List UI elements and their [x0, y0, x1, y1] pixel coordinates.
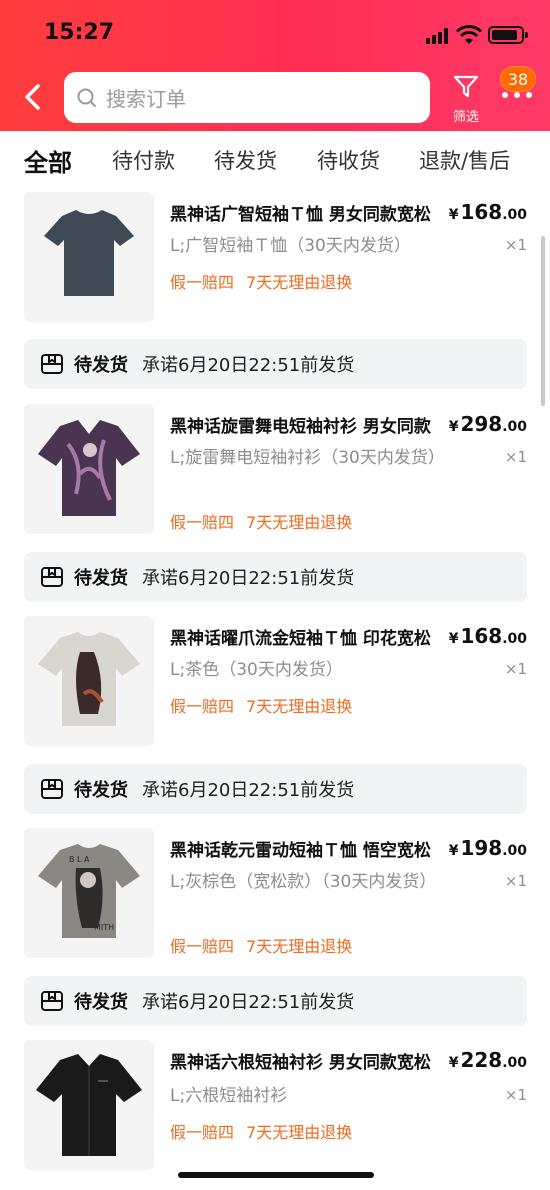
- product-price: ¥168.00: [448, 200, 527, 224]
- status-time: 15:27: [44, 20, 115, 45]
- product-spec: L;旋雷舞电短袖衬衫（30天内发货）: [170, 448, 445, 468]
- wifi-icon: [456, 25, 482, 44]
- package-icon: [41, 779, 63, 799]
- product-image[interactable]: B L A MITH: [24, 828, 154, 958]
- shipping-status-bar: 待发货 承诺6月20日22:51前发货: [24, 552, 527, 602]
- message-badge: 38: [500, 66, 536, 92]
- shipping-promise: 承诺6月20日22:51前发货: [142, 780, 355, 801]
- product-image[interactable]: [24, 1040, 154, 1170]
- svg-text:MITH: MITH: [94, 923, 114, 932]
- order-card[interactable]: 黑神话曜爪流金短袖Ｔ恤 印花宽松 ¥168.00 L;茶色（30天内发货） ×1…: [24, 616, 527, 750]
- tab-pending-receipt[interactable]: 待收货: [317, 145, 380, 175]
- service-tags: 假一赔四 7天无理由退换: [170, 697, 353, 716]
- product-spec: L;六根短袖衬衫: [170, 1086, 288, 1106]
- filter-icon: [453, 75, 479, 98]
- product-spec: L;灰棕色（宽松款）（30天内发货）: [170, 872, 437, 892]
- shipping-status: 待发货: [74, 992, 128, 1013]
- scrollbar[interactable]: [541, 236, 545, 406]
- product-image[interactable]: [24, 192, 154, 322]
- order-tabs: 全部 待付款 待发货 待收货 退款/售后: [0, 131, 550, 185]
- product-price: ¥168.00: [448, 624, 527, 648]
- product-quantity: ×1: [504, 1086, 527, 1104]
- shipping-status-bar: 待发货 承诺6月20日22:51前发货: [24, 339, 527, 389]
- search-input[interactable]: 搜索订单: [64, 72, 430, 123]
- shipping-status: 待发货: [74, 355, 128, 376]
- shipping-promise: 承诺6月20日22:51前发货: [142, 355, 355, 376]
- shipping-status-bar: 待发货 承诺6月20日22:51前发货: [24, 976, 527, 1026]
- search-icon: [77, 88, 96, 107]
- more-icon[interactable]: [500, 92, 534, 100]
- home-indicator[interactable]: [178, 1172, 374, 1178]
- product-spec: L;广智短袖Ｔ恤（30天内发货）: [170, 236, 411, 256]
- order-card[interactable]: 黑神话旋雷舞电短袖衬衫 男女同款 ¥298.00 L;旋雷舞电短袖衬衫（30天内…: [24, 404, 527, 538]
- order-card[interactable]: B L A MITH 黑神话乾元雷动短袖Ｔ恤 悟空宽松 ¥198.00 L;灰棕色…: [24, 828, 527, 962]
- service-tags: 假一赔四 7天无理由退换: [170, 937, 353, 956]
- product-quantity: ×1: [504, 236, 527, 254]
- signal-icon: [426, 28, 450, 44]
- product-price: ¥198.00: [448, 836, 527, 860]
- tab-all[interactable]: 全部: [24, 143, 72, 178]
- svg-text:B L A: B L A: [69, 855, 90, 864]
- product-quantity: ×1: [504, 448, 527, 466]
- product-price: ¥298.00: [448, 412, 527, 436]
- service-tags: 假一赔四 7天无理由退换: [170, 273, 353, 292]
- product-title[interactable]: 黑神话乾元雷动短袖Ｔ恤 悟空宽松: [170, 836, 452, 861]
- filter-button[interactable]: 筛选: [446, 74, 486, 125]
- tab-pending-payment[interactable]: 待付款: [112, 145, 175, 175]
- battery-icon: [488, 26, 528, 44]
- product-image[interactable]: [24, 404, 154, 534]
- product-title[interactable]: 黑神话曜爪流金短袖Ｔ恤 印花宽松: [170, 624, 452, 649]
- tab-pending-shipment[interactable]: 待发货: [214, 145, 277, 175]
- product-quantity: ×1: [504, 660, 527, 678]
- shipping-promise: 承诺6月20日22:51前发货: [142, 992, 355, 1013]
- product-price: ¥228.00: [448, 1048, 527, 1072]
- shipping-status-bar: 待发货 承诺6月20日22:51前发货: [24, 764, 527, 814]
- product-title[interactable]: 黑神话广智短袖Ｔ恤 男女同款宽松: [170, 200, 452, 225]
- shipping-status: 待发货: [74, 568, 128, 589]
- back-icon[interactable]: [18, 80, 48, 114]
- product-quantity: ×1: [504, 872, 527, 890]
- product-spec: L;茶色（30天内发货）: [170, 660, 343, 680]
- filter-label: 筛选: [452, 110, 479, 125]
- service-tags: 假一赔四 7天无理由退换: [170, 1123, 353, 1142]
- package-icon: [41, 991, 63, 1011]
- order-card[interactable]: 黑神话六根短袖衬衫 男女同款宽松 ¥228.00 L;六根短袖衬衫 ×1 假一赔…: [24, 1040, 527, 1174]
- package-icon: [41, 567, 63, 587]
- header: 15:27 搜索订单 筛选 38: [0, 0, 550, 131]
- product-image[interactable]: [24, 616, 154, 746]
- product-title[interactable]: 黑神话旋雷舞电短袖衬衫 男女同款: [170, 412, 432, 437]
- tab-refund-aftersale[interactable]: 退款/售后: [419, 145, 510, 175]
- order-card[interactable]: 黑神话广智短袖Ｔ恤 男女同款宽松 ¥168.00 L;广智短袖Ｔ恤（30天内发货…: [24, 192, 527, 326]
- service-tags: 假一赔四 7天无理由退换: [170, 513, 353, 532]
- shipping-promise: 承诺6月20日22:51前发货: [142, 568, 355, 589]
- search-placeholder: 搜索订单: [106, 87, 186, 111]
- package-icon: [41, 354, 63, 374]
- product-title[interactable]: 黑神话六根短袖衬衫 男女同款宽松: [170, 1048, 436, 1073]
- shipping-status: 待发货: [74, 780, 128, 801]
